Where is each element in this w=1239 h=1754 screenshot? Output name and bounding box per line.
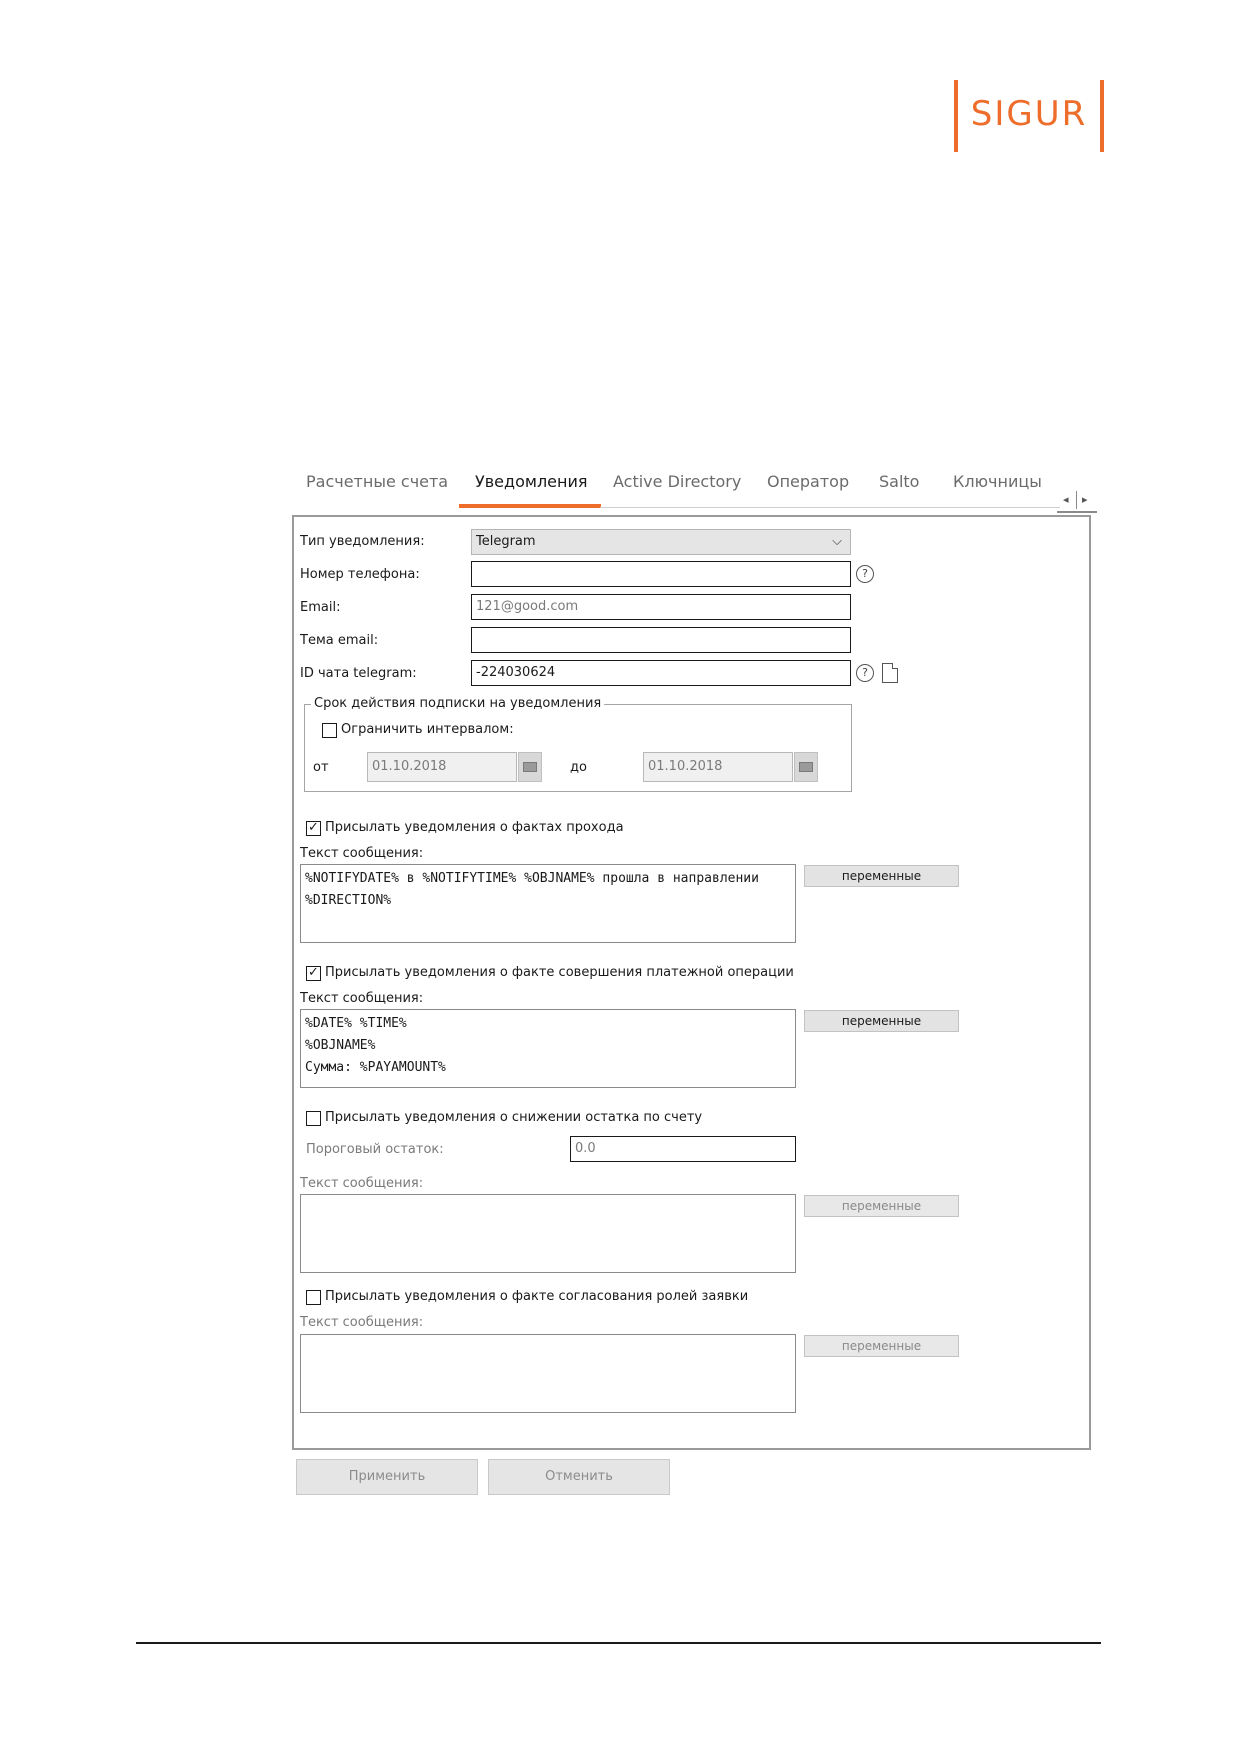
- roles-notify-label: Присылать уведомления о факте согласован…: [325, 1289, 749, 1304]
- notify-type-label: Тип уведомления:: [300, 534, 425, 549]
- balance-message-textarea[interactable]: [300, 1194, 796, 1273]
- scroll-right-icon[interactable]: ▸: [1082, 493, 1088, 506]
- document-icon[interactable]: [882, 663, 898, 683]
- balance-notify-label: Присылать уведомления о снижении остатка…: [325, 1110, 703, 1125]
- balance-variables-button[interactable]: переменные: [804, 1195, 959, 1217]
- pass-text-label: Текст сообщения:: [300, 846, 424, 861]
- notify-type-select[interactable]: Telegram ⌵: [471, 529, 851, 555]
- tab-accounts[interactable]: Расчетные счета: [306, 472, 448, 491]
- cancel-button[interactable]: Отменить: [488, 1459, 670, 1495]
- email-subject-input[interactable]: [471, 627, 851, 653]
- balance-notify-checkbox[interactable]: [306, 1111, 321, 1126]
- tab-salto[interactable]: Salto: [879, 472, 919, 491]
- chevron-down-icon: ⌵: [832, 534, 842, 549]
- calendar-icon[interactable]: [518, 752, 542, 782]
- telegram-id-input[interactable]: -224030624: [471, 660, 851, 686]
- tab-active-directory[interactable]: Active Directory: [613, 472, 741, 491]
- payment-text-label: Текст сообщения:: [300, 991, 424, 1006]
- roles-notify-checkbox[interactable]: [306, 1290, 321, 1305]
- payment-notify-label: Присылать уведомления о факте совершения…: [325, 965, 794, 980]
- help-icon[interactable]: ?: [856, 565, 874, 583]
- threshold-label: Пороговый остаток:: [306, 1142, 444, 1157]
- tab-scroll-separator: [1076, 491, 1077, 509]
- tab-scroll-buttons[interactable]: ◂ ▸: [1057, 491, 1097, 513]
- payment-variables-button[interactable]: переменные: [804, 1010, 959, 1032]
- tab-operator[interactable]: Оператор: [767, 472, 849, 491]
- subscription-group: Срок действия подписки на уведомления Ог…: [304, 696, 852, 792]
- sigur-logo: SIGUR: [954, 80, 1104, 152]
- date-from-input[interactable]: 01.10.2018: [367, 752, 517, 782]
- limit-interval-label: Ограничить интервалом:: [341, 722, 514, 737]
- tab-notifications[interactable]: Уведомления: [475, 472, 588, 491]
- to-label: до: [570, 760, 587, 775]
- email-input[interactable]: 121@good.com: [471, 594, 851, 620]
- balance-text-label: Текст сообщения:: [300, 1176, 424, 1191]
- telegram-id-label: ID чата telegram:: [300, 666, 417, 681]
- pass-notify-label: Присылать уведомления о фактах прохода: [325, 820, 624, 835]
- pass-message-textarea[interactable]: %NOTIFYDATE% в %NOTIFYTIME% %OBJNAME% пр…: [300, 864, 796, 943]
- payment-notify-checkbox[interactable]: ✓: [306, 966, 321, 981]
- logo-text: SIGUR: [970, 94, 1088, 134]
- date-to-input[interactable]: 01.10.2018: [643, 752, 793, 782]
- apply-button[interactable]: Применить: [296, 1459, 478, 1495]
- limit-interval-checkbox[interactable]: [322, 723, 337, 738]
- notify-type-value: Telegram: [476, 534, 536, 549]
- tab-key-cabinets[interactable]: Ключницы: [953, 472, 1042, 491]
- email-label: Email:: [300, 600, 341, 615]
- roles-message-textarea[interactable]: [300, 1334, 796, 1413]
- footer-divider: [136, 1642, 1101, 1644]
- pass-variables-button[interactable]: переменные: [804, 865, 959, 887]
- tab-bar: Расчетные счета Уведомления Active Direc…: [293, 462, 1095, 510]
- phone-label: Номер телефона:: [300, 567, 420, 582]
- calendar-icon[interactable]: [794, 752, 818, 782]
- tab-divider: [600, 507, 1060, 508]
- roles-variables-button[interactable]: переменные: [804, 1335, 959, 1357]
- subscription-legend: Срок действия подписки на уведомления: [311, 696, 605, 711]
- help-icon[interactable]: ?: [856, 664, 874, 682]
- notifications-panel: Тип уведомления: Telegram ⌵ Номер телефо…: [292, 515, 1091, 1450]
- logo-bar-right: [1100, 80, 1104, 152]
- scroll-left-icon[interactable]: ◂: [1063, 493, 1069, 506]
- threshold-input[interactable]: 0.0: [570, 1136, 796, 1162]
- payment-message-textarea[interactable]: %DATE% %TIME% %OBJNAME% Сумма: %PAYAMOUN…: [300, 1009, 796, 1088]
- email-subject-label: Тема email:: [300, 633, 379, 648]
- active-tab-indicator: [459, 504, 601, 508]
- pass-notify-checkbox[interactable]: ✓: [306, 821, 321, 836]
- roles-text-label: Текст сообщения:: [300, 1315, 424, 1330]
- from-label: от: [313, 760, 329, 775]
- phone-input[interactable]: [471, 561, 851, 587]
